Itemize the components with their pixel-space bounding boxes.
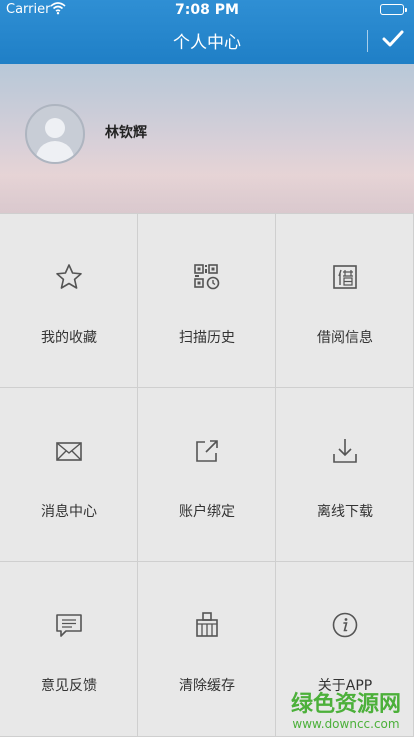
checkmark-icon [382,30,404,52]
menu-item-scan-history[interactable]: 扫描历史 [138,214,276,388]
star-icon [54,262,84,292]
user-name: 林钦辉 [105,125,147,141]
menu-item-label: 账户绑定 [179,504,235,520]
menu-item-label: 意见反馈 [41,678,97,694]
battery-icon [380,4,407,15]
menu-item-feedback[interactable]: 意见反馈 [0,562,138,737]
mail-icon [54,436,84,466]
menu-item-label: 离线下载 [317,504,373,520]
download-icon [330,436,360,466]
qr-history-icon [192,262,222,292]
menu-item-favorites[interactable]: 我的收藏 [0,214,138,388]
menu-grid: 我的收藏 扫描历史 借阅信息 消息中心 账户绑定 离线下载 意见反馈 清除缓存 … [0,213,414,737]
menu-item-label: 关于APP [317,678,373,694]
broom-icon [192,610,222,640]
menu-item-label: 消息中心 [41,504,97,520]
menu-item-label: 扫描历史 [179,330,235,346]
header-bar: Carrier 7:08 PM 个人中心 [0,0,414,64]
menu-item-label: 借阅信息 [317,330,373,346]
borrow-icon [330,262,360,292]
info-icon [330,610,360,640]
status-time: 7:08 PM [175,2,239,18]
avatar[interactable] [25,104,85,164]
external-link-icon [192,436,222,466]
confirm-button[interactable] [378,26,408,56]
feedback-icon [54,610,84,640]
menu-item-label: 我的收藏 [41,330,97,346]
menu-item-clear-cache[interactable]: 清除缓存 [138,562,276,737]
menu-item-account-binding[interactable]: 账户绑定 [138,388,276,562]
profile-banner: 林钦辉 [0,64,414,213]
page-title: 个人中心 [173,33,241,53]
menu-item-about-app[interactable]: 关于APP [276,562,414,737]
menu-item-messages[interactable]: 消息中心 [0,388,138,562]
menu-item-label: 清除缓存 [179,678,235,694]
status-bar: Carrier 7:08 PM [0,0,414,20]
menu-item-offline-download[interactable]: 离线下载 [276,388,414,562]
nav-divider [367,30,368,52]
menu-item-borrow-info[interactable]: 借阅信息 [276,214,414,388]
